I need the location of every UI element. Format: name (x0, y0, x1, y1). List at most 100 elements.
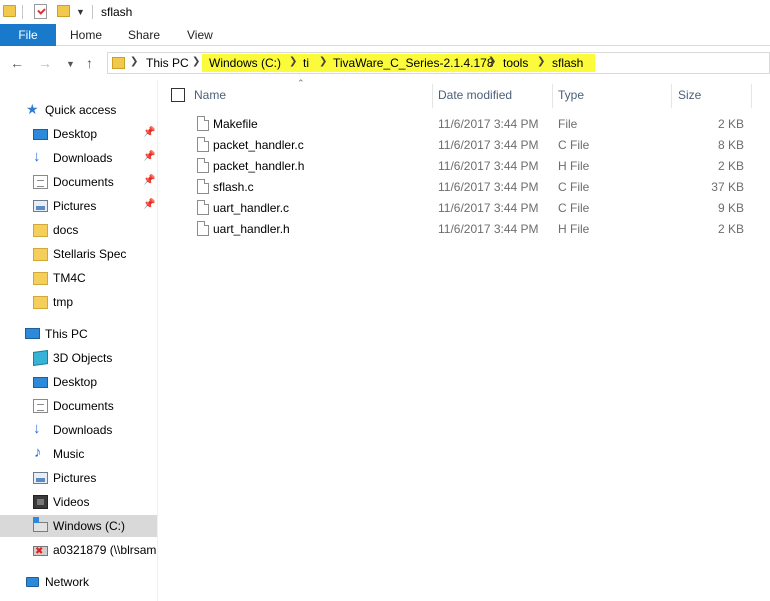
file-row[interactable]: uart_handler.c 11/6/2017 3:44 PM C File … (158, 197, 770, 218)
documents-icon (33, 175, 48, 189)
column-divider[interactable] (671, 84, 672, 108)
folder-icon (112, 57, 125, 69)
nav-item-documents[interactable]: Documents (0, 395, 157, 417)
column-header-date[interactable]: Date modified (438, 88, 512, 102)
nav-label: This PC (45, 327, 88, 341)
nav-label: Downloads (53, 151, 113, 165)
nav-item-desktop[interactable]: Desktop (0, 371, 157, 393)
breadcrumb-ti[interactable]: ti (303, 56, 309, 70)
properties-icon[interactable] (34, 4, 47, 19)
breadcrumb-windows-c[interactable]: Windows (C:) (209, 56, 281, 70)
chevron-right-icon[interactable]: ❯ (319, 56, 327, 67)
nav-item-music[interactable]: ♪ Music (0, 443, 157, 465)
nav-item-tm4c[interactable]: TM4C (0, 267, 157, 289)
tab-home[interactable]: Home (70, 24, 102, 46)
nav-item-pictures[interactable]: Pictures 📌 (0, 195, 157, 217)
chevron-right-icon[interactable]: ❯ (130, 56, 138, 67)
chevron-right-icon[interactable]: ❯ (289, 56, 297, 67)
title-bar: ▼ sflash (0, 0, 770, 24)
star-icon: ★ (26, 101, 39, 117)
column-divider[interactable] (552, 84, 553, 108)
nav-item-3d-objects[interactable]: 3D Objects (0, 347, 157, 369)
nav-item-downloads[interactable]: ↓ Downloads (0, 419, 157, 441)
file-type: C File (558, 180, 590, 194)
folder-icon (33, 272, 48, 285)
breadcrumb-tivaware[interactable]: TivaWare_C_Series-2.1.4.178 (333, 56, 494, 70)
nav-item-desktop[interactable]: Desktop 📌 (0, 123, 157, 145)
nav-network[interactable]: Network (0, 571, 157, 593)
file-icon (197, 137, 209, 152)
nav-label: 3D Objects (53, 351, 113, 365)
recent-locations-icon[interactable]: ▼ (66, 59, 75, 69)
pictures-icon (33, 200, 48, 212)
videos-icon (33, 495, 48, 509)
folder-icon (33, 296, 48, 309)
forward-arrow-icon[interactable]: → (38, 55, 52, 71)
back-arrow-icon[interactable]: ← (10, 55, 24, 71)
up-arrow-icon[interactable]: ↑ (86, 55, 93, 71)
nav-item-tmp[interactable]: tmp (0, 291, 157, 313)
column-header-type[interactable]: Type (558, 88, 584, 102)
nav-label: Music (53, 447, 85, 461)
breadcrumb-this-pc[interactable]: This PC (146, 56, 189, 70)
pin-icon[interactable]: 📌 (143, 199, 155, 210)
pictures-icon (33, 472, 48, 484)
window-title: sflash (101, 5, 133, 19)
nav-label: Desktop (53, 375, 98, 389)
file-date: 11/6/2017 3:44 PM (438, 159, 539, 173)
select-all-checkbox[interactable] (171, 88, 185, 102)
nav-item-docs[interactable]: docs (0, 219, 157, 241)
nav-label: Pictures (53, 471, 97, 485)
nav-item-videos[interactable]: Videos (0, 491, 157, 513)
file-date: 11/6/2017 3:44 PM (438, 180, 539, 194)
column-header-name[interactable]: Name (194, 88, 226, 102)
nav-item-documents[interactable]: Documents 📌 (0, 171, 157, 193)
nav-item-downloads[interactable]: ↓ Downloads 📌 (0, 147, 157, 169)
toolbar-divider (92, 5, 93, 19)
file-row[interactable]: Makefile 11/6/2017 3:44 PM File 2 KB (158, 113, 770, 134)
chevron-right-icon[interactable]: ❯ (192, 56, 200, 67)
chevron-right-icon[interactable]: ❯ (537, 56, 545, 67)
breadcrumb-sflash[interactable]: sflash (552, 56, 583, 70)
nav-item-network-drive[interactable]: a0321879 (\\blrsaml (0, 539, 157, 561)
tab-view[interactable]: View (187, 24, 213, 46)
file-row[interactable]: uart_handler.h 11/6/2017 3:44 PM H File … (158, 218, 770, 239)
file-row[interactable]: packet_handler.c 11/6/2017 3:44 PM C Fil… (158, 134, 770, 155)
nav-label: Downloads (53, 423, 113, 437)
3d-objects-icon (33, 349, 48, 367)
nav-label: Network (45, 575, 90, 589)
ribbon-tabs: File Home Share View (0, 24, 770, 46)
column-divider[interactable] (751, 84, 752, 108)
file-name: uart_handler.c (213, 201, 290, 215)
nav-this-pc[interactable]: This PC (0, 323, 157, 345)
file-date: 11/6/2017 3:44 PM (438, 201, 539, 215)
pin-icon[interactable]: 📌 (143, 175, 155, 186)
chevron-right-icon[interactable]: ❯ (488, 56, 496, 67)
nav-item-stellaris-spec[interactable]: Stellaris Spec (0, 243, 157, 265)
nav-label: Desktop (53, 127, 98, 141)
column-divider[interactable] (432, 84, 433, 108)
file-name: packet_handler.h (213, 159, 305, 173)
nav-label: Videos (53, 495, 90, 509)
file-row[interactable]: sflash.c 11/6/2017 3:44 PM C File 37 KB (158, 176, 770, 197)
nav-quick-access[interactable]: ★ Quick access (0, 99, 157, 121)
file-name: sflash.c (213, 180, 254, 194)
column-header-size[interactable]: Size (678, 88, 701, 102)
file-type: File (558, 117, 578, 131)
network-drive-icon (33, 546, 48, 557)
downloads-icon: ↓ (33, 420, 41, 437)
nav-item-windows-c[interactable]: Windows (C:) (0, 515, 157, 537)
pin-icon[interactable]: 📌 (143, 127, 155, 138)
chevron-down-icon[interactable]: ▼ (76, 7, 85, 17)
toolbar-divider (22, 5, 23, 19)
nav-label: Documents (53, 399, 114, 413)
pin-icon[interactable]: 📌 (143, 151, 155, 162)
new-folder-icon[interactable] (57, 5, 70, 17)
tab-share[interactable]: Share (128, 24, 160, 46)
tab-file[interactable]: File (0, 24, 56, 46)
file-icon (197, 200, 209, 215)
file-row[interactable]: packet_handler.h 11/6/2017 3:44 PM H Fil… (158, 155, 770, 176)
nav-item-pictures[interactable]: Pictures (0, 467, 157, 489)
address-bar[interactable]: ❯ This PC ❯ Windows (C:) ❯ ti ❯ TivaWare… (107, 52, 770, 74)
breadcrumb-tools[interactable]: tools (503, 56, 528, 70)
